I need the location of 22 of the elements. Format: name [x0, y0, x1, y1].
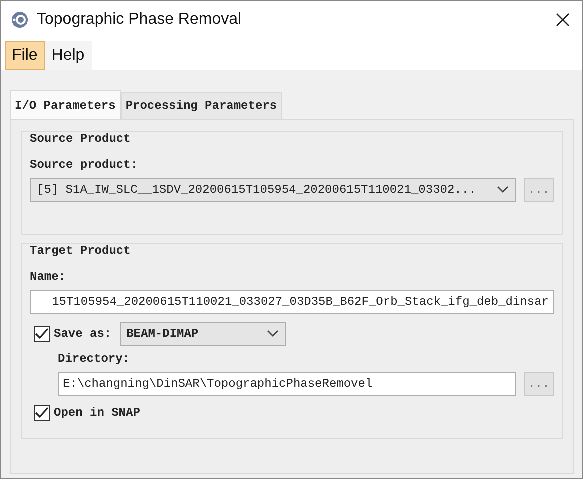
format-dropdown[interactable]: BEAM-DIMAP: [120, 322, 286, 346]
group-title: Source Product: [30, 131, 132, 148]
checkbox-label: Open in SNAP: [54, 405, 140, 422]
group-title: Target Product: [30, 243, 132, 260]
checkbox[interactable]: [34, 405, 50, 421]
tab[interactable]: I/O Parameters: [10, 90, 121, 119]
app-icon: [11, 11, 29, 29]
field-label: Source product:: [30, 157, 140, 174]
menu-item[interactable]: Help: [44, 41, 92, 70]
name-field[interactable]: 15T105954_20200615T110021_033027_03D35B_B62F_Orb_Stack_ifg_deb_dinsar: [30, 290, 554, 314]
menu-item[interactable]: File: [5, 41, 45, 70]
caret-icon: [497, 186, 509, 194]
checkbox[interactable]: [34, 326, 50, 342]
field-label: Name:: [30, 269, 68, 286]
caret-icon: [266, 330, 279, 338]
window-title: Topographic Phase Removal: [37, 10, 243, 30]
product-dropdown[interactable]: [5] S1A_IW_SLC__1SDV_20200615T105954_20200615T110021_03302...: [30, 178, 516, 202]
close-icon[interactable]: [556, 13, 570, 27]
checkbox-label: Save as:: [54, 326, 112, 343]
tab[interactable]: Processing Parameters: [120, 92, 282, 119]
field-label: Directory:: [58, 351, 132, 368]
directory-field[interactable]: E:\changning\DinSAR\TopographicPhaseRemovel: [58, 372, 516, 396]
